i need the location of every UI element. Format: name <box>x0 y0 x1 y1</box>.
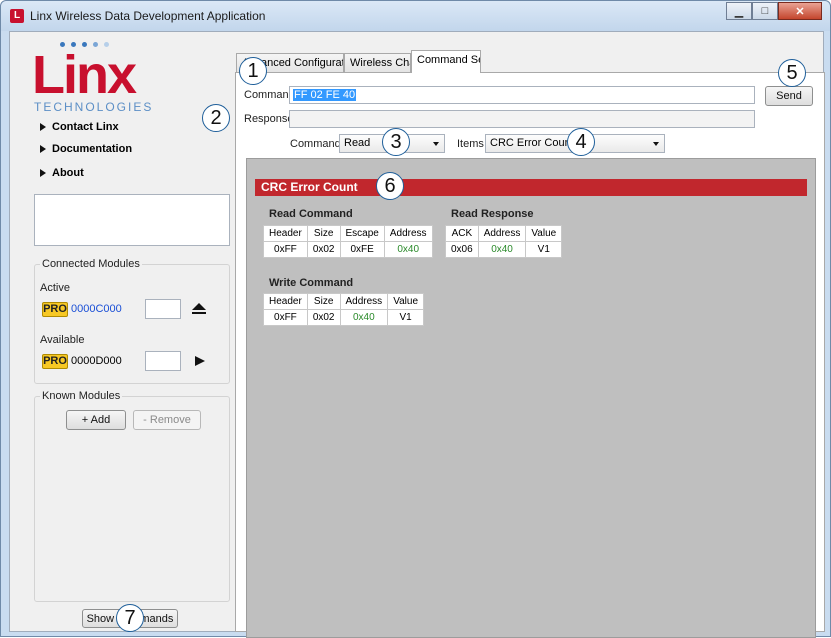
command-input[interactable]: FF 02 FE 40 <box>289 86 755 104</box>
table-cell: 0x02 <box>306 241 341 258</box>
read-command-title: Read Command <box>269 208 353 220</box>
expand-arrow-icon <box>40 169 46 177</box>
active-module-id[interactable]: 0000C000 <box>71 303 122 315</box>
callout-4: 4 <box>567 128 595 156</box>
items-label: Items <box>457 138 484 150</box>
command-label: Command <box>244 89 295 101</box>
chevron-down-icon <box>433 142 439 146</box>
nav-about[interactable]: About <box>40 167 84 179</box>
read-command-table: Header Size Escape Address 0xFF 0x02 0xF… <box>263 225 433 258</box>
pro-badge: PRO <box>42 354 68 369</box>
write-command-title: Write Command <box>269 277 354 289</box>
chevron-down-icon <box>653 142 659 146</box>
expand-arrow-icon <box>40 145 46 153</box>
close-icon[interactable]: ✕ <box>778 2 822 20</box>
table-cell: 0x02 <box>306 309 341 326</box>
app-icon: L <box>10 9 24 23</box>
callout-7: 7 <box>116 604 144 632</box>
items-select-value: CRC Error Count <box>490 137 574 149</box>
table-cell: 0x40 <box>339 309 389 326</box>
commands-label: Commands <box>290 138 347 150</box>
callout-5: 5 <box>778 59 806 87</box>
nav-label: About <box>52 167 84 179</box>
send-button[interactable]: Send <box>765 86 813 106</box>
title-bar: L Linx Wireless Data Development Applica… <box>1 1 830 31</box>
table-cell: 0x06 <box>445 241 479 258</box>
callout-2: 2 <box>202 104 230 132</box>
table-cell: Size <box>306 293 341 310</box>
expand-arrow-icon <box>40 123 46 131</box>
nav-contact-linx[interactable]: Contact Linx <box>40 121 119 133</box>
table-cell: 0x40 <box>477 241 527 258</box>
callout-6: 6 <box>376 172 404 200</box>
table-cell: V1 <box>387 309 425 326</box>
linx-logo: Linx TECHNOLOGIES <box>32 42 162 114</box>
read-response-title: Read Response <box>451 208 534 220</box>
table-cell: 0xFF <box>263 241 308 258</box>
table-row: 0xFF 0x02 0x40 V1 <box>263 309 425 326</box>
tab-wireless-chat[interactable]: Wireless Chat <box>344 53 411 72</box>
nav-label: Documentation <box>52 143 133 155</box>
minimize-icon[interactable]: ▁ <box>726 2 752 20</box>
info-box <box>34 194 230 246</box>
eject-icon[interactable] <box>192 303 206 315</box>
table-cell: Address <box>339 293 389 310</box>
available-module-id[interactable]: 0000D000 <box>71 355 122 367</box>
active-label: Active <box>40 282 70 294</box>
tab-command-set[interactable]: Command Set <box>411 50 481 73</box>
nav-label: Contact Linx <box>52 121 119 133</box>
add-module-button[interactable]: + Add <box>66 410 126 430</box>
available-module-input[interactable] <box>145 351 181 371</box>
table-cell: 0xFE <box>339 241 385 258</box>
maximize-icon[interactable]: □ <box>752 2 778 20</box>
connect-play-icon[interactable] <box>195 356 205 366</box>
table-cell: Size <box>306 225 341 242</box>
table-cell: 0x40 <box>383 241 433 258</box>
table-cell: V1 <box>525 241 563 258</box>
command-value: FF 02 FE 40 <box>293 89 357 101</box>
remove-module-button[interactable]: - Remove <box>133 410 201 430</box>
command-details-area: CRC Error Count Read Command Header Size… <box>246 158 816 638</box>
nav-documentation[interactable]: Documentation <box>40 143 132 155</box>
table-row: 0xFF 0x02 0xFE 0x40 <box>263 241 433 258</box>
read-response-table: ACK Address Value 0x06 0x40 V1 <box>445 225 563 258</box>
table-cell: Header <box>263 293 308 310</box>
table-cell: ACK <box>445 225 479 242</box>
table-cell: 0xFF <box>263 309 308 326</box>
active-module-input[interactable] <box>145 299 181 319</box>
client-area: Linx TECHNOLOGIES Contact Linx Documenta… <box>9 31 825 638</box>
group-label: Known Modules <box>40 390 123 402</box>
pro-badge: PRO <box>42 302 68 317</box>
table-cell: Value <box>525 225 563 242</box>
table-header-row: ACK Address Value <box>445 225 563 242</box>
logo-subtitle: TECHNOLOGIES <box>34 100 154 114</box>
table-cell: Value <box>387 293 425 310</box>
table-header-row: Header Size Address Value <box>263 293 425 310</box>
response-field[interactable] <box>289 110 755 128</box>
connected-modules-group: Connected Modules Active PRO 0000C000 Av… <box>34 258 230 384</box>
table-cell: Escape <box>339 225 385 242</box>
response-label: Response <box>244 113 294 125</box>
callout-1: 1 <box>239 57 267 85</box>
table-header-row: Header Size Escape Address <box>263 225 433 242</box>
table-cell: Address <box>477 225 527 242</box>
table-row: 0x06 0x40 V1 <box>445 241 563 258</box>
callout-3: 3 <box>382 128 410 156</box>
app-window: L Linx Wireless Data Development Applica… <box>0 0 831 638</box>
window-title: Linx Wireless Data Development Applicati… <box>30 9 266 23</box>
write-command-table: Header Size Address Value 0xFF 0x02 0x40… <box>263 293 425 326</box>
group-label: Connected Modules <box>40 258 142 270</box>
known-modules-group: Known Modules + Add - Remove <box>34 390 230 602</box>
available-label: Available <box>40 334 85 346</box>
commands-select-value: Read <box>344 137 371 149</box>
table-cell: Header <box>263 225 308 242</box>
section-title-bar: CRC Error Count <box>255 179 807 196</box>
logo-word: Linx <box>32 45 137 105</box>
table-cell: Address <box>383 225 433 242</box>
